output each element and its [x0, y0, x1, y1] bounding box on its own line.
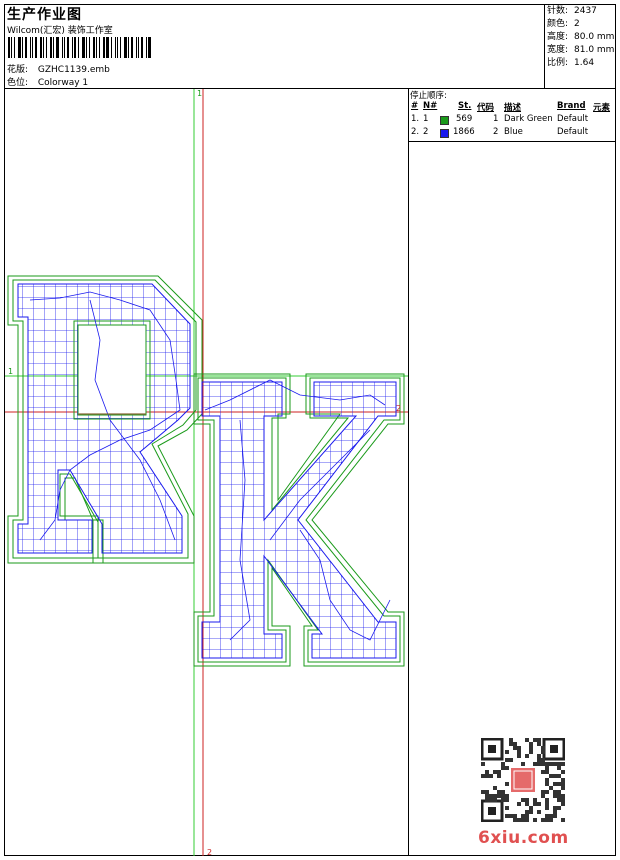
- guide-label-v1: 1: [197, 89, 202, 98]
- letter-k: [193, 373, 405, 667]
- site-watermark: 6xiu.com: [478, 828, 569, 848]
- guide-label-h1: 1: [8, 367, 13, 376]
- guide-label-h2: 2: [396, 404, 401, 413]
- guide-label-v2: 2: [207, 848, 212, 857]
- embroidery-design: 1 2 1 2: [5, 89, 408, 857]
- qr-code: [481, 738, 565, 822]
- letter-r: [7, 275, 203, 564]
